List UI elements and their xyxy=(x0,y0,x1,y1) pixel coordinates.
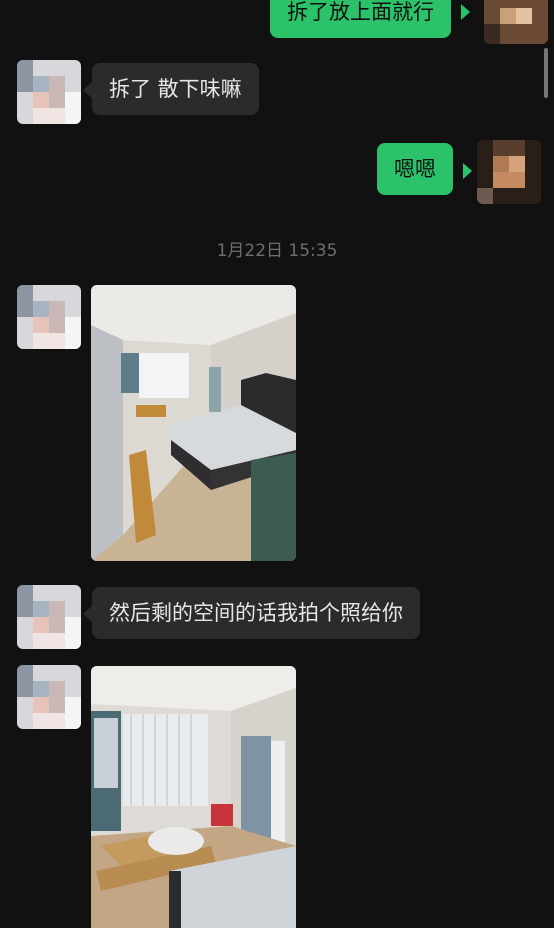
outgoing-message-bubble[interactable]: 拆了放上面就行 xyxy=(270,0,451,38)
incoming-message-bubble[interactable]: 拆了 散下味嘛 xyxy=(92,63,259,115)
bedroom-photo-image xyxy=(91,285,296,561)
incoming-message-bubble[interactable]: 然后剩的空间的话我拍个照给你 xyxy=(92,587,420,639)
timestamp: 1月22日 15:35 xyxy=(216,241,338,261)
message-text: 然后剩的空间的话我拍个照给你 xyxy=(109,601,403,625)
outgoing-message-bubble[interactable]: 嗯嗯 xyxy=(377,143,453,195)
message-text: 拆了 散下味嘛 xyxy=(109,77,242,101)
contact-avatar[interactable] xyxy=(17,665,81,729)
room-photo[interactable] xyxy=(91,666,296,928)
scrollbar[interactable] xyxy=(544,48,548,98)
bedroom-photo[interactable] xyxy=(91,285,296,561)
contact-avatar[interactable] xyxy=(17,585,81,649)
self-avatar[interactable] xyxy=(477,140,541,204)
contact-avatar[interactable] xyxy=(17,60,81,124)
message-text: 嗯嗯 xyxy=(394,157,436,181)
bubble-tail xyxy=(463,163,472,179)
bubble-tail xyxy=(83,606,92,622)
message-text: 拆了放上面就行 xyxy=(287,0,434,24)
contact-avatar[interactable] xyxy=(17,285,81,349)
room-photo-image xyxy=(91,666,296,928)
bubble-tail xyxy=(461,4,470,20)
self-avatar[interactable] xyxy=(484,0,548,44)
bubble-tail xyxy=(83,82,92,98)
